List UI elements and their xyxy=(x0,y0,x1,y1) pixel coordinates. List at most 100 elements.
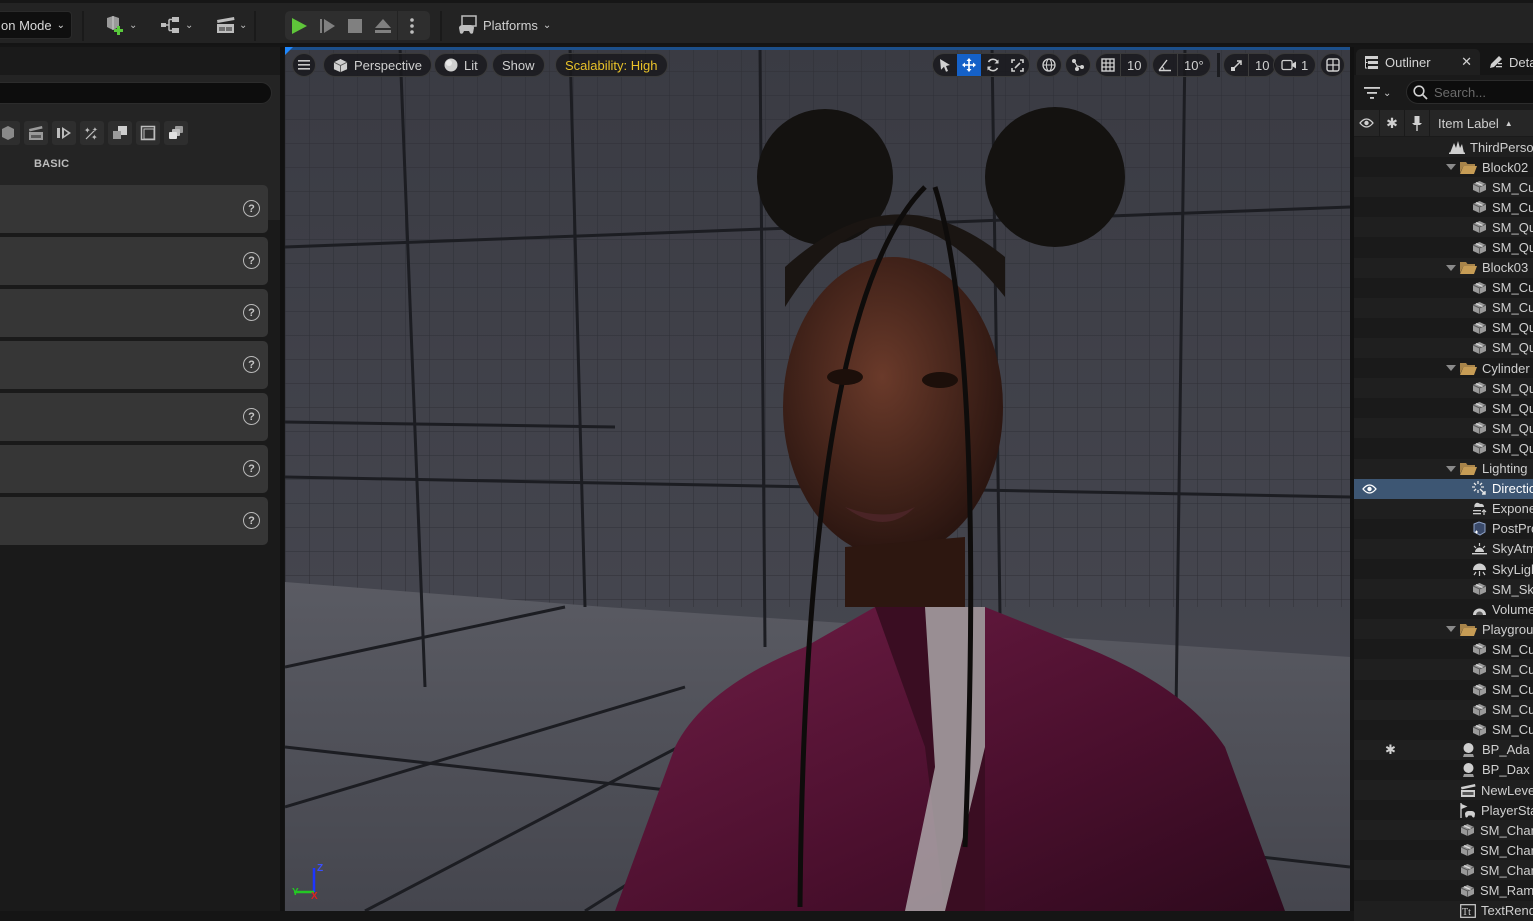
outliner-row[interactable]: SM_Cube xyxy=(1354,297,1533,318)
pin-column-header[interactable] xyxy=(1405,110,1430,136)
category-all-classes-button[interactable] xyxy=(164,121,188,145)
outliner-row[interactable]: SM_Cube xyxy=(1354,719,1533,740)
select-mode-button[interactable] xyxy=(933,54,957,76)
lit-button[interactable]: Lit xyxy=(434,53,488,77)
outliner-folder-row[interactable]: Block02 xyxy=(1354,157,1533,178)
help-icon[interactable]: ? xyxy=(243,252,260,269)
scale-snap-value[interactable]: 10 xyxy=(1248,54,1275,76)
outliner-row[interactable]: SM_Cube xyxy=(1354,659,1533,680)
favorite-star-icon[interactable]: ✱ xyxy=(1385,742,1396,758)
outliner-folder-row[interactable]: Block03 xyxy=(1354,257,1533,278)
outliner-filter-button[interactable]: ⌄ xyxy=(1354,77,1400,109)
grid-snap-value[interactable]: 10 xyxy=(1120,54,1147,76)
rotation-snap-toggle[interactable] xyxy=(1153,54,1177,76)
outliner-row[interactable]: SM_Cube xyxy=(1354,639,1533,660)
surface-snapping-button[interactable] xyxy=(1065,53,1091,77)
scale-snap-toggle[interactable] xyxy=(1224,54,1248,76)
outliner-row[interactable]: SM_QuarterCylinder xyxy=(1354,418,1533,439)
outliner-row[interactable]: SM_QuarterCylinder xyxy=(1354,378,1533,399)
outliner-row[interactable]: DirectionalLight xyxy=(1354,478,1533,499)
category-shapes-button[interactable] xyxy=(0,121,20,145)
outliner-folder-row[interactable]: Lighting xyxy=(1354,458,1533,479)
favorite-column-header[interactable]: ✱ xyxy=(1380,110,1405,136)
viewport-options-button[interactable] xyxy=(292,53,316,77)
scalability-button[interactable]: Scalability: High xyxy=(555,53,668,77)
category-volumes-button[interactable] xyxy=(108,121,132,145)
outliner-row[interactable]: SM_ChamferCube xyxy=(1354,840,1533,861)
actor-list-item[interactable]: ? xyxy=(0,393,268,441)
actor-list-item[interactable]: ? xyxy=(0,237,268,285)
expand-arrow-icon[interactable] xyxy=(1446,164,1456,171)
outliner-row[interactable]: SM_ChamferCube xyxy=(1354,820,1533,841)
outliner-folder-row[interactable]: Cylinder xyxy=(1354,358,1533,379)
actor-list-item[interactable]: ? xyxy=(0,289,268,337)
outliner-row[interactable]: BP_Dax xyxy=(1354,759,1533,780)
outliner-row[interactable]: ✱ BP_Ada xyxy=(1354,739,1533,760)
grid-snap-toggle[interactable] xyxy=(1096,54,1120,76)
outliner-row[interactable]: SM_QuarterCylinder xyxy=(1354,237,1533,258)
scale-mode-button[interactable] xyxy=(1005,54,1029,76)
category-geometry-button[interactable] xyxy=(136,121,160,145)
help-icon[interactable]: ? xyxy=(243,200,260,217)
outliner-row[interactable]: SM_SkySphere xyxy=(1354,579,1533,600)
outliner-row[interactable]: PostProcessVolume xyxy=(1354,518,1533,539)
outliner-row[interactable]: ExponentialHeightFog xyxy=(1354,498,1533,519)
actor-list-item[interactable]: ? xyxy=(0,497,268,545)
item-label-column-header[interactable]: Item Label ▲ xyxy=(1430,116,1513,131)
camera-speed-button[interactable]: 1 xyxy=(1273,53,1317,77)
close-tab-icon[interactable]: ✕ xyxy=(1461,54,1472,70)
advance-frame-button[interactable] xyxy=(313,11,341,40)
outliner-row[interactable]: SM_QuarterCylinder xyxy=(1354,398,1533,419)
outliner-row[interactable]: VolumetricCloud xyxy=(1354,599,1533,620)
outliner-row[interactable]: SM_Cube xyxy=(1354,177,1533,198)
add-actor-button[interactable]: ⌄ xyxy=(104,13,137,37)
expand-arrow-icon[interactable] xyxy=(1446,465,1456,472)
play-options-button[interactable] xyxy=(397,11,425,40)
outliner-row[interactable]: SM_QuarterCylinder xyxy=(1354,217,1533,238)
coordinate-system-button[interactable] xyxy=(1036,53,1062,77)
outliner-row[interactable]: SM_Cube xyxy=(1354,679,1533,700)
outliner-row[interactable]: SM_QuarterCylinder xyxy=(1354,317,1533,338)
help-icon[interactable]: ? xyxy=(243,304,260,321)
outliner-row[interactable]: SM_ChamferCube xyxy=(1354,860,1533,881)
outliner-row[interactable]: SM_Cube xyxy=(1354,277,1533,298)
show-button[interactable]: Show xyxy=(492,53,545,77)
outliner-row[interactable]: SM_QuarterCylinder xyxy=(1354,337,1533,359)
rotation-snap-value[interactable]: 10° xyxy=(1177,54,1210,76)
expand-arrow-icon[interactable] xyxy=(1446,264,1456,271)
blueprint-button[interactable]: ⌄ xyxy=(160,13,193,37)
expand-arrow-icon[interactable] xyxy=(1446,365,1456,372)
actor-list-item[interactable]: ? xyxy=(0,341,268,389)
rotate-mode-button[interactable] xyxy=(981,54,1005,76)
mode-selector-button[interactable]: on Mode ⌄ xyxy=(0,11,72,39)
eject-button[interactable] xyxy=(369,11,397,40)
expand-arrow-icon[interactable] xyxy=(1446,626,1456,633)
place-actors-search-input[interactable] xyxy=(0,82,272,104)
outliner-row[interactable]: PlayerStart xyxy=(1354,800,1533,821)
cinematics-button[interactable]: ⌄ xyxy=(216,13,247,37)
category-lights-button[interactable]: ✦ ✦ ✦ xyxy=(80,121,104,145)
outliner-search-field[interactable]: Search... xyxy=(1406,80,1533,104)
viewport-layout-button[interactable] xyxy=(1320,53,1345,77)
visibility-eye-icon[interactable] xyxy=(1362,482,1377,497)
category-visual-effects-button[interactable] xyxy=(52,121,76,145)
outliner-folder-row[interactable]: PlaygroundArea xyxy=(1354,619,1533,640)
outliner-row[interactable]: ThirdPersonMap xyxy=(1354,137,1533,158)
outliner-row[interactable]: SM_Cube xyxy=(1354,197,1533,218)
stop-button[interactable] xyxy=(341,11,369,40)
help-icon[interactable]: ? xyxy=(243,356,260,373)
help-icon[interactable]: ? xyxy=(243,512,260,529)
play-button[interactable] xyxy=(285,11,313,40)
outliner-row[interactable]: SkyLight xyxy=(1354,558,1533,580)
outliner-row[interactable]: NewLevelSequence xyxy=(1354,780,1533,801)
tab-outliner[interactable]: Outliner ✕ xyxy=(1356,49,1480,75)
visibility-column-header[interactable] xyxy=(1354,110,1380,136)
platforms-button[interactable]: Platforms ⌄ xyxy=(458,13,551,37)
translate-mode-button[interactable] xyxy=(957,54,981,76)
help-icon[interactable]: ? xyxy=(243,460,260,477)
actor-list-item[interactable]: ? xyxy=(0,185,268,233)
outliner-row[interactable]: SM_Ramp xyxy=(1354,880,1533,901)
outliner-row[interactable]: SkyAtmosphere xyxy=(1354,538,1533,559)
outliner-row[interactable]: SM_Cube xyxy=(1354,699,1533,720)
perspective-button[interactable]: Perspective xyxy=(323,53,432,77)
